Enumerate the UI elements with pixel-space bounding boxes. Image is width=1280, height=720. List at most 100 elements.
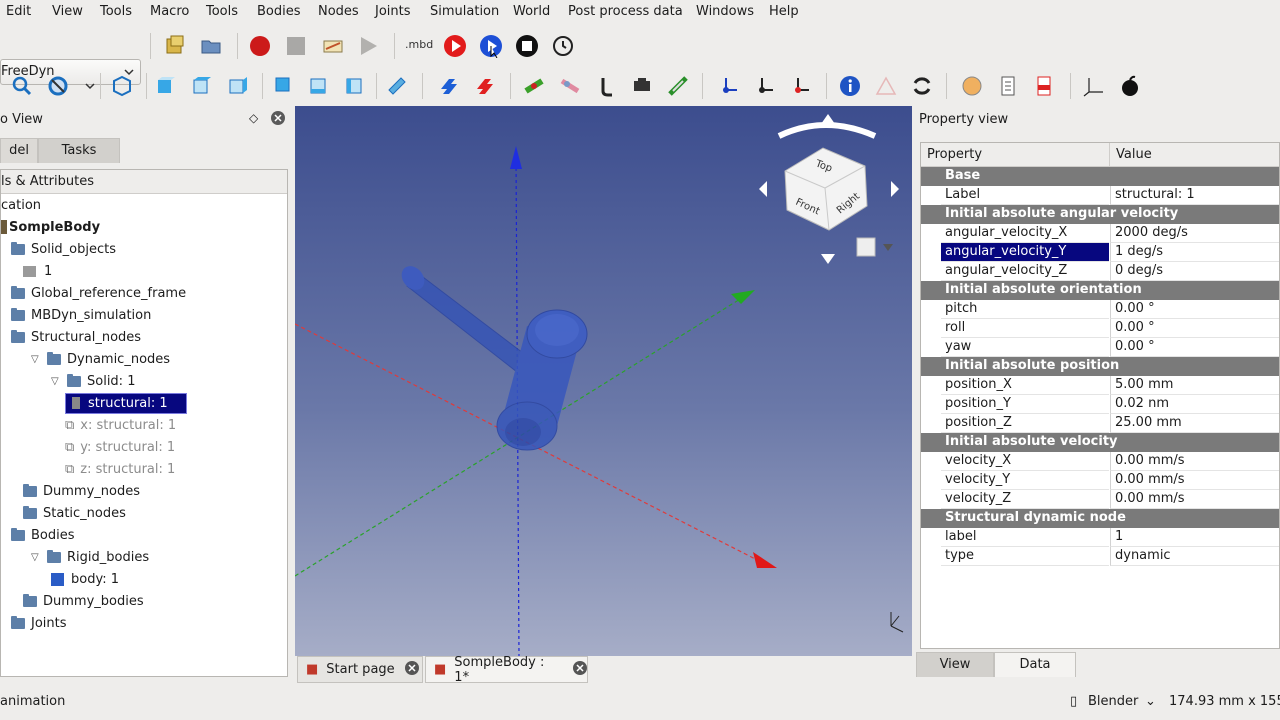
joint-pink-icon[interactable] [558,74,582,98]
property-row[interactable]: label 1 [921,528,1279,547]
tree-item[interactable]: 1 [23,260,52,282]
chevron-down-icon[interactable] [78,74,102,98]
property-value[interactable]: 25.00 mm [1110,414,1279,433]
tree-item[interactable]: ⧉ y: structural: 1 [65,436,175,458]
property-value[interactable]: 0.00 ° [1110,300,1279,319]
property-value[interactable]: 0 deg/s [1110,262,1279,281]
property-group[interactable]: Base [921,167,1279,186]
close-tab-icon[interactable] [404,660,419,679]
tree-item[interactable]: Dummy_nodes [23,480,140,502]
float-icon[interactable]: ◇ [249,111,258,125]
property-value[interactable]: 0.00 ° [1110,319,1279,338]
warning-icon[interactable] [874,74,898,98]
property-value[interactable]: 2000 deg/s [1110,224,1279,243]
property-row[interactable]: Label structural: 1 [921,186,1279,205]
property-row[interactable]: position_Y 0.02 nm [921,395,1279,414]
property-group[interactable]: Initial absolute position [921,357,1279,376]
tree-item[interactable]: structural: 1 [65,392,187,414]
property-value[interactable]: 0.00 mm/s [1110,452,1279,471]
static-node-icon[interactable] [752,74,776,98]
property-row[interactable]: yaw 0.00 ° [921,338,1279,357]
left-view-icon[interactable] [342,74,366,98]
apple-icon[interactable] [1118,74,1142,98]
chevron-down-icon[interactable]: ⌄ [1145,694,1156,709]
stop-macro-icon[interactable] [284,34,308,58]
property-row[interactable]: roll 0.00 ° [921,319,1279,338]
tree-item[interactable]: Structural_nodes [11,326,141,348]
tree-item[interactable]: cation [1,194,41,216]
menu-item-help[interactable]: Help [769,4,799,19]
new-document-icon[interactable] [163,34,187,58]
menu-item-tools[interactable]: Tools [100,4,132,19]
property-row[interactable]: velocity_Y 0.00 mm/s [921,471,1279,490]
menu-item-joints[interactable]: Joints [375,4,411,19]
tree-item[interactable]: ▽ Rigid_bodies [31,546,149,568]
tree-item[interactable]: ▽ Solid: 1 [51,370,135,392]
menu-item-simulation[interactable]: Simulation [430,4,499,19]
menu-item-post-process-data[interactable]: Post process data [568,4,683,19]
tab-document[interactable]: ■ SompleBody : 1* [425,655,588,685]
draw-style-icon[interactable] [46,74,70,98]
node-axes-icon[interactable] [716,74,740,98]
property-value[interactable]: 5.00 mm [1110,376,1279,395]
tree-item[interactable]: ⧉ z: structural: 1 [65,458,175,480]
property-group[interactable]: Initial absolute velocity [921,433,1279,452]
property-value[interactable]: 1 deg/s [1110,243,1279,262]
pdf-icon[interactable] [1032,74,1056,98]
stop-animation-icon[interactable] [515,34,539,58]
menu-item-view[interactable]: View [52,4,83,19]
run-simulation-icon[interactable] [443,34,467,58]
plot-icon[interactable] [960,74,984,98]
property-value[interactable]: dynamic [1110,547,1279,566]
property-value[interactable]: 1 [1110,528,1279,547]
navigation-cube[interactable]: Top Front Right [759,114,899,264]
measure-icon[interactable] [385,74,409,98]
document-icon[interactable] [996,74,1020,98]
property-row[interactable]: angular_velocity_Z 0 deg/s [921,262,1279,281]
mbd-label[interactable]: .mbd [405,38,433,51]
rear-view-icon[interactable] [270,74,294,98]
menu-item-windows[interactable]: Windows [696,4,754,19]
info-icon[interactable] [838,74,862,98]
tab-model[interactable]: del [0,138,38,163]
menu-item-edit[interactable]: Edit [6,4,31,19]
property-value[interactable]: 0.00 ° [1110,338,1279,357]
tab-start-page[interactable]: ■ Start page [297,656,423,683]
property-row[interactable]: type dynamic [921,547,1279,566]
run-macro-icon[interactable] [356,34,380,58]
menu-item-world[interactable]: World [513,4,550,19]
expand-arrow-icon[interactable]: ▽ [31,354,41,365]
front-view-icon[interactable] [154,74,178,98]
engine-icon[interactable] [630,74,654,98]
dummy-node-icon[interactable] [788,74,812,98]
tree-item[interactable]: Global_reference_frame [11,282,186,304]
refresh-icon[interactable] [910,74,934,98]
record-macro-icon[interactable] [248,34,272,58]
property-row[interactable]: velocity_X 0.00 mm/s [921,452,1279,471]
add-blue-icon[interactable] [436,74,460,98]
expand-arrow-icon[interactable]: ▽ [51,376,61,387]
menu-item-tools[interactable]: Tools [206,4,238,19]
add-red-icon[interactable] [472,74,496,98]
isometric-view-icon[interactable] [110,74,134,98]
3d-viewport[interactable]: Top Front Right [295,106,912,656]
spring-icon[interactable] [666,74,690,98]
tree-item[interactable]: ⧉ x: structural: 1 [65,414,176,436]
tree-item[interactable]: Static_nodes [23,502,126,524]
property-row[interactable]: velocity_Z 0.00 mm/s [921,490,1279,509]
close-tab-icon[interactable] [573,660,587,679]
history-icon[interactable] [551,34,575,58]
property-row[interactable]: angular_velocity_Y 1 deg/s [921,243,1279,262]
top-view-icon[interactable] [190,74,214,98]
tree-item[interactable]: ▽ Dynamic_nodes [31,348,170,370]
property-value[interactable]: 0.00 mm/s [1110,490,1279,509]
tree-item[interactable]: SompleBody [1,216,100,238]
tree-item[interactable]: Solid_objects [11,238,116,260]
menu-item-nodes[interactable]: Nodes [318,4,359,19]
bottom-view-icon[interactable] [306,74,330,98]
property-group[interactable]: Structural dynamic node [921,509,1279,528]
menu-item-bodies[interactable]: Bodies [257,4,301,19]
property-value[interactable]: 0.00 mm/s [1110,471,1279,490]
tab-data[interactable]: Data [994,652,1076,677]
tree-item[interactable]: Dummy_bodies [23,590,144,612]
